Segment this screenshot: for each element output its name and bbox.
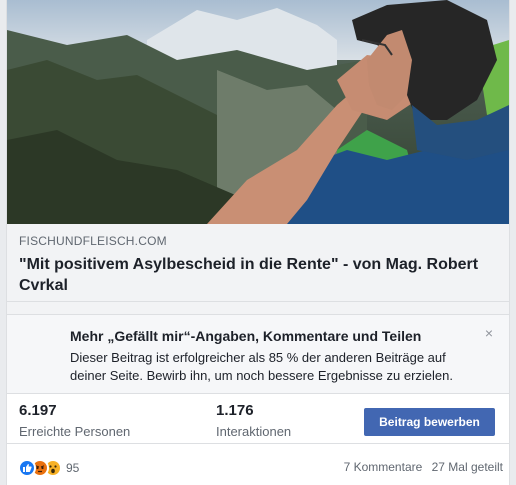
reach-stat: 6.197 Erreichte Personen [19,402,130,441]
link-domain: FISCHUNDFLEISCH.COM [19,234,167,248]
interactions-label: Interaktionen [216,424,292,439]
post-stats: 6.197 Erreichte Personen 1.176 Interakti… [7,394,509,444]
reaction-count: 95 [66,461,80,475]
mountain-landscape-photo [7,0,509,224]
tip-body: Dieser Beitrag ist erfolgreicher als 85 … [70,350,453,383]
interactions-value: 1.176 [216,402,254,419]
divider [7,302,509,314]
reach-label: Erreichte Personen [19,424,131,439]
engagement-links: 7 Kommentare 27 Mal geteilt [338,460,503,474]
post-footer: 95 7 Kommentare 27 Mal geteilt [7,444,509,485]
promotion-tip: Mehr „Gefällt mir“-Angaben, Kommentare u… [7,314,509,394]
interactions-stat: 1.176 Interaktionen [216,402,291,441]
comments-link[interactable]: 7 Kommentare [344,460,423,474]
reactions-summary[interactable]: 95 [18,459,79,477]
boost-post-button[interactable]: Beitrag bewerben [364,408,495,436]
post-card: FISCHUNDFLEISCH.COM "Mit positivem Asylb… [6,0,510,485]
link-title[interactable]: "Mit positivem Asylbescheid in die Rente… [19,254,497,296]
close-icon[interactable]: × [483,326,495,340]
reach-value: 6.197 [19,402,57,419]
shares-link[interactable]: 27 Mal geteilt [432,460,503,474]
post-photo[interactable] [7,0,509,224]
link-preview[interactable]: FISCHUNDFLEISCH.COM "Mit positivem Asylb… [7,224,509,302]
tip-title: Mehr „Gefällt mir“-Angaben, Kommentare u… [70,328,422,344]
like-icon [18,459,36,477]
